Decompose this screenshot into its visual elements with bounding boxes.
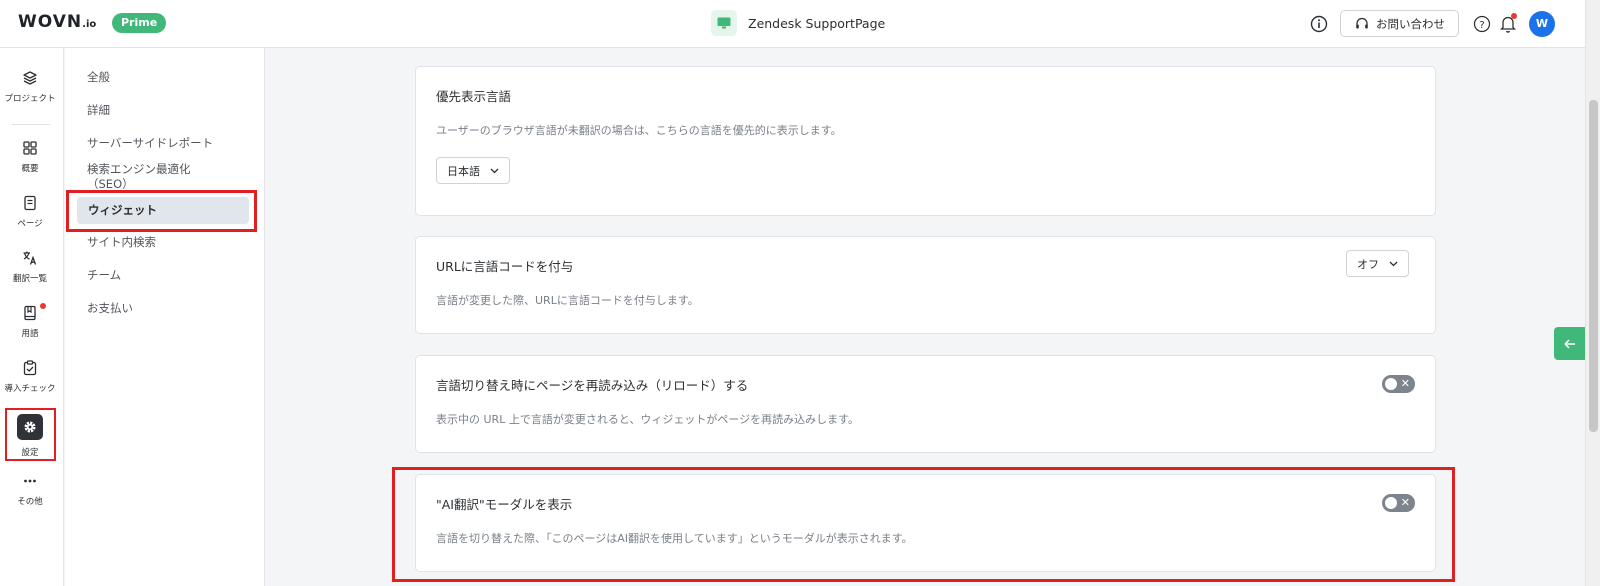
user-avatar[interactable]: W [1529,10,1555,37]
rail-item-translations[interactable]: 翻訳一覧 [0,250,60,284]
url-lang-code-select[interactable]: オフ [1346,250,1409,277]
subnav-item-seo[interactable]: 検索エンジン最適化 [87,161,191,177]
rail-item-project[interactable]: プロジェクト [0,70,60,104]
monitor-icon [711,10,737,36]
grid-icon [0,140,60,156]
plan-badge: Prime [112,13,167,33]
side-panel-tab[interactable] [1554,327,1585,360]
card-title: 優先表示言語 [436,89,512,104]
reload-toggle[interactable]: ✕ [1382,375,1415,393]
rail-item-pages[interactable]: ページ [0,195,60,229]
card-description: 言語が変更した際、URLに言語コードを付与します。 [436,294,699,307]
subnav-item-team[interactable]: チーム [87,267,121,283]
settings-highlight-box [5,408,56,461]
toggle-knob [1385,378,1397,390]
rail-item-more[interactable]: その他 [0,473,60,507]
card-description: 表示中の URL 上で言語が変更されると、ウィジェットがページを再読み込みします… [436,413,860,426]
select-value: 日本語 [447,164,480,178]
ai-modal-highlight-box [392,467,1455,582]
subnav-item-billing[interactable]: お支払い [87,300,133,316]
subnav-item-site-search[interactable]: サイト内検索 [87,234,156,250]
rail-item-overview[interactable]: 概要 [0,140,60,174]
top-header: WOVN.io Prime Zendesk SupportPage お問い合わせ… [0,0,1585,48]
settings-subnav: 全般 詳細 サーバーサイドレポート 検索エンジン最適化 （SEO） ウィジェット… [65,48,265,586]
scrollbar-thumb[interactable] [1589,100,1598,432]
card-title: 言語切り替え時にページを再読み込み（リロード）する [436,378,749,393]
contact-label: お問い合わせ [1376,16,1445,31]
rail-label: ページ [17,219,43,229]
toggle-off-mark: ✕ [1400,377,1410,390]
reload-on-switch-card: 言語切り替え時にページを再読み込み（リロード）する 表示中の URL 上で言語が… [415,355,1436,453]
subnav-item-details[interactable]: 詳細 [87,102,110,118]
subnav-item-general[interactable]: 全般 [87,69,110,85]
notification-bell-icon[interactable] [1495,11,1521,37]
page-scrollbar[interactable] [1585,0,1600,586]
preferred-language-card: 優先表示言語 ユーザーのブラウザ言語が未翻訳の場合は、こちらの言語を優先的に表示… [415,66,1436,216]
info-icon[interactable] [1306,11,1332,37]
rail-label: その他 [17,497,43,507]
rail-label: 導入チェック [4,384,56,394]
rail-item-setup-check[interactable]: 導入チェック [0,360,60,394]
select-value: オフ [1357,257,1379,271]
card-title: URLに言語コードを付与 [436,259,574,274]
contact-button[interactable]: お問い合わせ [1340,10,1459,37]
rail-label: 用語 [21,329,39,339]
widget-highlight-box [66,190,257,232]
svg-text:?: ? [1479,19,1484,30]
layers-icon [0,70,60,86]
main-rail: プロジェクト 概要 ページ 翻訳一覧 用語 導入チェック 設定 その他 [0,48,64,586]
more-icon [0,473,60,489]
subnav-item-server-side-report[interactable]: サーバーサイドレポート [87,135,213,151]
rail-item-glossary[interactable]: 用語 [0,305,60,339]
chevron-down-icon [490,168,499,173]
glossary-badge-dot [40,303,46,309]
page-icon [0,195,60,211]
notification-dot [1511,12,1517,19]
card-description: ユーザーのブラウザ言語が未翻訳の場合は、こちらの言語を優先的に表示します。 [436,124,842,137]
translate-icon [0,250,60,266]
arrow-left-icon [1563,338,1575,349]
help-icon[interactable]: ? [1469,11,1495,37]
checklist-icon [0,360,60,376]
rail-label: プロジェクト [4,94,56,104]
url-lang-code-card: URLに言語コードを付与 言語が変更した際、URLに言語コードを付与します。 オ… [415,236,1436,334]
rail-label: 翻訳一覧 [12,274,47,284]
wovn-logo[interactable]: WOVN.io [18,12,96,32]
book-icon [0,305,60,321]
preferred-language-select[interactable]: 日本語 [436,157,510,184]
project-selector[interactable]: Zendesk SupportPage [711,10,885,36]
rail-divider [12,124,50,125]
headset-icon [1356,17,1368,28]
chevron-down-icon [1389,261,1398,266]
project-name: Zendesk SupportPage [748,15,886,31]
rail-label: 概要 [21,164,39,174]
